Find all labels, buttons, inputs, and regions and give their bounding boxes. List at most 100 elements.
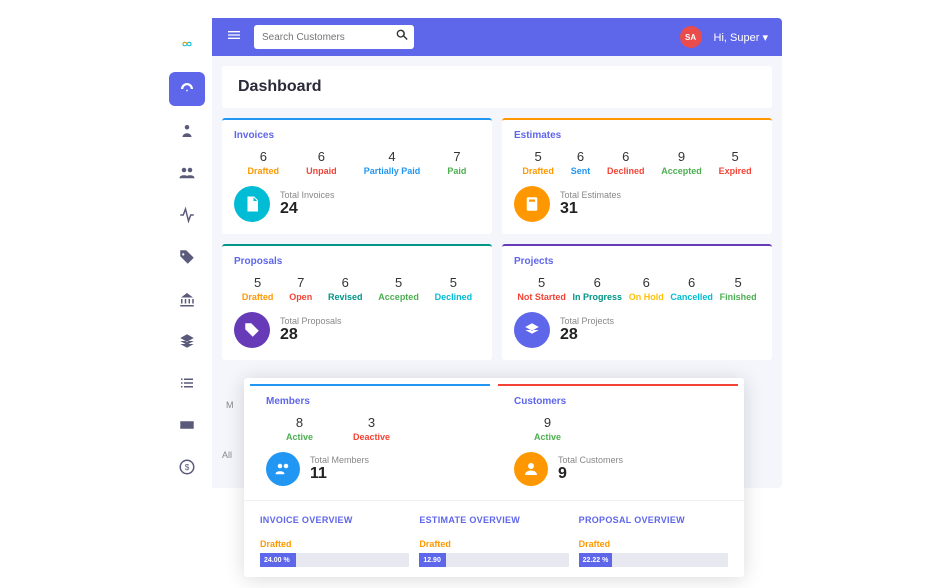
stat-item: 5Drafted: [522, 149, 554, 176]
username-dropdown[interactable]: Hi, Super ▾: [714, 31, 768, 44]
stat-value: 6: [607, 149, 645, 164]
stat-label: Accepted: [378, 292, 419, 302]
tab-peek: M: [226, 400, 234, 410]
float-panel: Members 8Active 3Deactive Total Members1…: [244, 378, 744, 577]
hamburger-icon[interactable]: [226, 27, 242, 48]
nav-users[interactable]: [169, 114, 205, 148]
stat-label: Partially Paid: [364, 166, 421, 176]
total-value: 24: [280, 200, 335, 218]
total-value: 28: [560, 326, 614, 344]
overview-proposal: PROPOSAL OVERVIEW Drafted 22.22 %: [579, 515, 728, 567]
stat-item: 6Revised: [328, 275, 363, 302]
progress-bar: 22.22 %: [579, 553, 728, 567]
nav-list[interactable]: [169, 366, 205, 400]
progress-pct: 22.22 %: [583, 557, 609, 564]
stat-label: Not Started: [517, 292, 566, 302]
total-label: Total Projects: [560, 316, 614, 326]
nav-money[interactable]: $: [169, 450, 205, 484]
stat-item: 4 Partially Paid: [364, 149, 421, 176]
nav-people[interactable]: [169, 156, 205, 190]
nav-layers[interactable]: [169, 324, 205, 358]
stat-item: 5 Not Started: [517, 275, 566, 302]
stat-item: 5 Expired: [719, 149, 752, 176]
chevron-down-icon: ▾: [762, 32, 768, 44]
overview-title: INVOICE OVERVIEW: [260, 515, 409, 525]
total-label: Total Members: [310, 455, 369, 465]
svg-text:$: $: [185, 463, 190, 472]
stat-label: Active: [286, 432, 313, 442]
stat-label: Active: [534, 432, 561, 442]
stat-value: 4: [364, 149, 421, 164]
card-title: Members: [266, 396, 474, 407]
stat-item: 7Open: [289, 275, 312, 302]
stat-item: 5Declined: [435, 275, 473, 302]
nav-ticket[interactable]: [169, 408, 205, 442]
stat-value: 9: [534, 415, 561, 430]
stat-item: 6Sent: [571, 149, 591, 176]
logo: [172, 30, 202, 58]
stat-value: 5: [517, 275, 566, 290]
stat-label: Expired: [719, 166, 752, 176]
page-title-card: Dashboard: [222, 66, 772, 108]
nav-tags[interactable]: [169, 240, 205, 274]
total-label: Total Customers: [558, 455, 623, 465]
overview-title: ESTIMATE OVERVIEW: [419, 515, 568, 525]
stat-label: Declined: [607, 166, 645, 176]
stat-value: 6: [629, 275, 664, 290]
card-title: Proposals: [234, 256, 480, 267]
stat-label: Accepted: [661, 166, 702, 176]
stat-label: Drafted: [522, 166, 554, 176]
overview-title: PROPOSAL OVERVIEW: [579, 515, 728, 525]
stat-label: On Hold: [629, 292, 664, 302]
search-input[interactable]: [262, 32, 394, 43]
total-value: 11: [310, 465, 369, 483]
stat-item: 6Unpaid: [306, 149, 337, 176]
stat-label: Revised: [328, 292, 363, 302]
card-proposals: Proposals 5Drafted7Open6Revised5Accepted…: [222, 244, 492, 360]
user-icon: [514, 452, 548, 486]
nav-activity[interactable]: [169, 198, 205, 232]
stat-value: 5: [720, 275, 757, 290]
stat-value: 5: [719, 149, 752, 164]
sidebar: $: [162, 18, 212, 488]
stat-item: 9 Accepted: [661, 149, 702, 176]
stat-value: 6: [248, 149, 280, 164]
card-invoices: Invoices 6Drafted6Unpaid4Partially Paid7…: [222, 118, 492, 234]
calculator-icon: [514, 186, 550, 222]
card-title: Estimates: [514, 130, 760, 141]
stat-item: 5Accepted: [378, 275, 419, 302]
stat-label: Drafted: [248, 166, 280, 176]
stat-label: Cancelled: [670, 292, 713, 302]
stat-label: Deactive: [353, 432, 390, 442]
stat-value: 3: [353, 415, 390, 430]
card-title: Customers: [514, 396, 722, 407]
stat-value: 9: [661, 149, 702, 164]
total-value: 9: [558, 465, 623, 483]
stat-label: Open: [289, 292, 312, 302]
total-label: Total Estimates: [560, 190, 621, 200]
stat-value: 5: [242, 275, 274, 290]
stat-item: 7Paid: [447, 149, 466, 176]
stat-value: 8: [286, 415, 313, 430]
stat-label: Finished: [720, 292, 757, 302]
overview-invoice: INVOICE OVERVIEW Drafted 24.00 %: [260, 515, 409, 567]
nav-bank[interactable]: [169, 282, 205, 316]
tag-icon: [234, 312, 270, 348]
avatar[interactable]: SA: [680, 26, 702, 48]
stat-label: In Progress: [573, 292, 623, 302]
total-label: Total Invoices: [280, 190, 335, 200]
tab-peek: All: [222, 450, 232, 460]
card-members: Members 8 Active 3 Deactive Total Members1…: [250, 384, 490, 500]
stat-value: 6: [571, 149, 591, 164]
nav-dashboard[interactable]: [169, 72, 205, 106]
search-box[interactable]: [254, 25, 414, 49]
search-icon[interactable]: [394, 27, 410, 48]
stat-value: 5: [435, 275, 473, 290]
stat-label: Drafted: [242, 292, 274, 302]
progress-bar: 12.90: [419, 553, 568, 567]
stat-value: 7: [447, 149, 466, 164]
overview-label: Drafted: [419, 539, 568, 549]
card-customers: Customers 9Active Total Customers9: [498, 384, 738, 500]
overview-label: Drafted: [260, 539, 409, 549]
users-icon: [266, 452, 300, 486]
